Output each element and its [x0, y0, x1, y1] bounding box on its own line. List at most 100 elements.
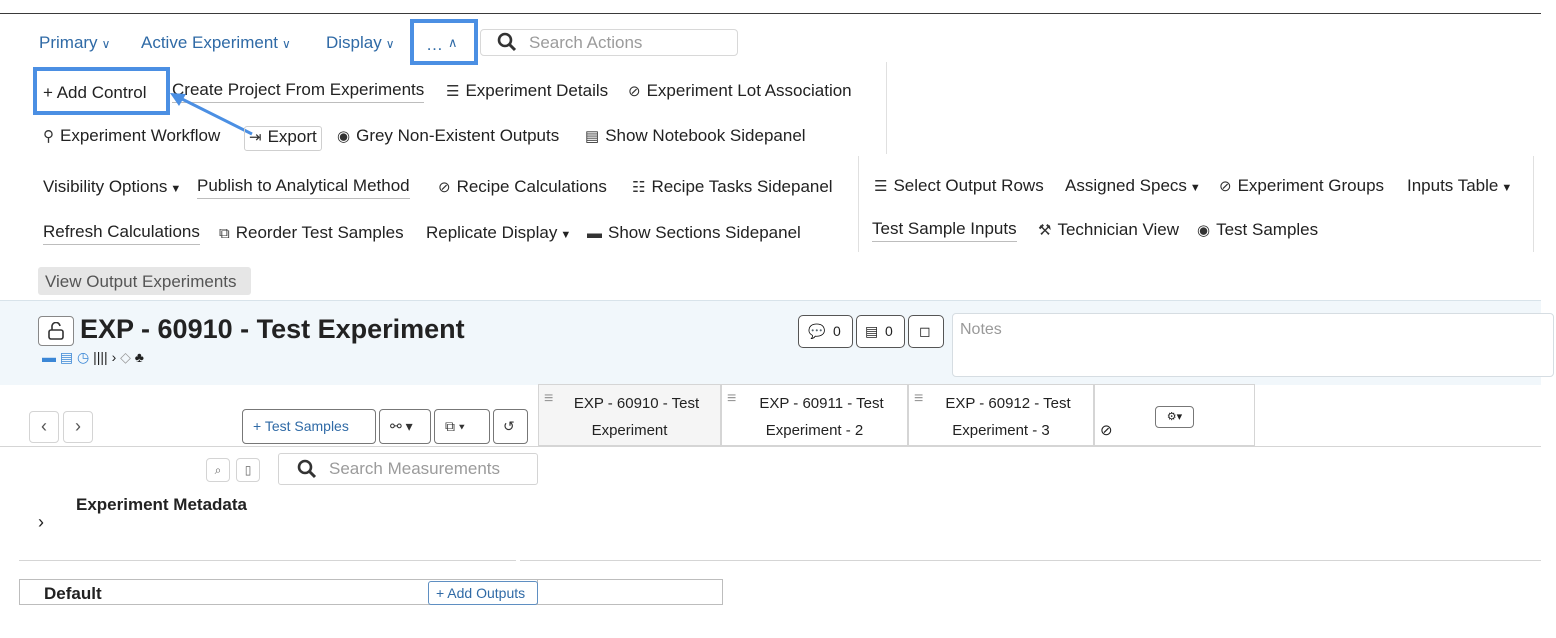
unlock-button[interactable]: [38, 316, 74, 346]
eye-slash-icon[interactable]: ⊘: [1100, 421, 1113, 439]
test-sample-inputs-label: Test Sample Inputs: [872, 219, 1017, 238]
caret-down-icon: ▼: [1501, 182, 1513, 194]
divider: [1533, 156, 1534, 252]
primary-menu[interactable]: Primary ∨: [39, 33, 110, 53]
chevron-up-icon: ∧: [448, 35, 458, 50]
reorder-icon: ⧉: [219, 225, 230, 242]
plus-icon: +: [43, 83, 57, 102]
add-control-label: Add Control: [56, 83, 147, 102]
experiment-lot-association-button[interactable]: ⊘ Experiment Lot Association: [628, 81, 852, 101]
expand-chevron-icon[interactable]: ›: [38, 512, 44, 533]
test-sample-inputs-button[interactable]: Test Sample Inputs: [872, 219, 1017, 242]
experiment-lot-label: Experiment Lot Association: [646, 81, 852, 100]
undo-button[interactable]: ↺: [493, 409, 528, 444]
primary-menu-label: Primary: [39, 33, 98, 52]
divider: [886, 62, 887, 154]
replicate-display-label: Replicate Display: [426, 223, 558, 242]
active-experiment-menu[interactable]: Active Experiment ∨: [141, 33, 291, 53]
experiment-title: EXP - 60910 - Test Experiment: [80, 314, 465, 344]
notes-placeholder: Notes: [960, 321, 1002, 338]
test-samples-label: Test Samples: [1216, 220, 1319, 239]
caret-down-icon: ▼: [560, 229, 572, 241]
show-sections-label: Show Sections Sidepanel: [608, 223, 801, 242]
notebook-icon[interactable]: ▤: [60, 349, 73, 365]
list-icon: ☰: [446, 83, 460, 100]
chevron-right-icon[interactable]: ›: [112, 349, 117, 365]
copy-dropdown[interactable]: ⧉ ▾: [434, 409, 490, 444]
clipboard-icon[interactable]: ▯: [236, 458, 260, 482]
add-outputs-button[interactable]: + Add Outputs: [428, 581, 538, 605]
group-icon[interactable]: ♣: [135, 349, 144, 365]
show-sections-sidepanel-button[interactable]: ▬ Show Sections Sidepanel: [587, 223, 801, 243]
column-header-exp-60911[interactable]: ≡ EXP - 60911 - Test Experiment - 2: [721, 384, 908, 446]
caret-down-icon: ▼: [1189, 182, 1201, 194]
search-actions[interactable]: Search Actions: [480, 29, 738, 56]
barcode-icon[interactable]: ||||: [93, 349, 108, 365]
experiment-details-label: Experiment Details: [465, 81, 609, 100]
zoom-icon[interactable]: ⌕: [206, 458, 230, 482]
folder-icon[interactable]: ▬: [42, 349, 56, 365]
column-options-cell: ⊘ ⚙▾: [1094, 384, 1255, 446]
hierarchy-dropdown[interactable]: ⚯ ▾: [379, 409, 431, 444]
wrench-icon: ⚒: [1038, 222, 1052, 239]
show-notebook-sidepanel-button[interactable]: ▤ Show Notebook Sidepanel: [585, 126, 806, 146]
view-output-experiments-button[interactable]: View Output Experiments: [38, 267, 251, 295]
column-title-line1: EXP - 60912 - Test: [945, 395, 1071, 412]
reorder-test-samples-button[interactable]: ⧉ Reorder Test Samples: [219, 223, 404, 243]
tag-icon[interactable]: ◇: [120, 349, 131, 365]
display-menu-label: Display: [326, 33, 382, 52]
test-samples-toggle[interactable]: ◉ Test Samples: [1197, 220, 1318, 240]
add-control-button[interactable]: + Add Control: [33, 67, 170, 115]
export-button[interactable]: ⇥ Export: [244, 126, 322, 151]
recipe-tasks-label: Recipe Tasks Sidepanel: [651, 177, 833, 196]
comments-icon: 💬: [808, 323, 826, 339]
visibility-options-dropdown[interactable]: Visibility Options ▼: [43, 177, 181, 197]
column-header-exp-60912[interactable]: ≡ EXP - 60912 - Test Experiment - 3: [908, 384, 1094, 446]
more-menu-button[interactable]: … ∧: [410, 19, 478, 65]
column-title-line2: Experiment - 2: [765, 422, 864, 439]
recipe-tasks-sidepanel-button[interactable]: ☷ Recipe Tasks Sidepanel: [632, 177, 833, 197]
refresh-calculations-button[interactable]: Refresh Calculations: [43, 222, 200, 245]
search-actions-placeholder: Search Actions: [529, 33, 643, 52]
assigned-specs-label: Assigned Specs: [1065, 176, 1187, 195]
top-divider: [0, 13, 1541, 14]
select-output-rows-button[interactable]: ☰ Select Output Rows: [874, 176, 1044, 196]
hierarchy-icon: ⚯ ▾: [390, 418, 413, 434]
sticky-note-button[interactable]: ◻: [908, 315, 944, 348]
recipe-calculations-button[interactable]: ⊘ Recipe Calculations: [438, 177, 607, 197]
experiment-groups-label: Experiment Groups: [1237, 176, 1385, 195]
technician-view-button[interactable]: ⚒ Technician View: [1038, 220, 1179, 240]
inputs-table-label: Inputs Table: [1407, 176, 1499, 195]
notebook-icon: ▤: [585, 128, 600, 145]
more-menu-label: …: [426, 35, 443, 54]
divider: [520, 560, 1541, 561]
publish-method-button[interactable]: Publish to Analytical Method: [197, 176, 410, 199]
eye-icon: ◉: [1197, 222, 1211, 239]
clock-icon[interactable]: ◷: [77, 349, 89, 365]
grey-outputs-button[interactable]: ◉ Grey Non-Existent Outputs: [337, 126, 559, 146]
notes-field[interactable]: Notes: [952, 313, 1554, 377]
next-button[interactable]: ›: [63, 411, 93, 443]
divider: [19, 560, 516, 561]
eye-icon: ◉: [337, 128, 351, 145]
notebook-button[interactable]: ▤ 0: [856, 315, 905, 348]
task-list-icon: ☷: [632, 179, 646, 196]
display-menu[interactable]: Display ∨: [326, 33, 395, 53]
active-experiment-menu-label: Active Experiment: [141, 33, 278, 52]
inputs-table-dropdown[interactable]: Inputs Table ▼: [1407, 176, 1512, 196]
experiment-workflow-button[interactable]: ⚲ Experiment Workflow: [43, 126, 220, 146]
prev-button[interactable]: ‹: [29, 411, 59, 443]
eye-slash-icon: ⊘: [1219, 178, 1232, 195]
undo-icon: ↺: [503, 418, 515, 434]
add-test-samples-button[interactable]: + Test Samples: [242, 409, 376, 444]
column-header-exp-60910[interactable]: ≡ EXP - 60910 - Test Experiment: [538, 384, 721, 446]
experiment-details-button[interactable]: ☰ Experiment Details: [446, 81, 608, 101]
search-measurements[interactable]: Search Measurements: [278, 453, 538, 485]
add-outputs-label: + Add Outputs: [436, 585, 526, 601]
grey-outputs-label: Grey Non-Existent Outputs: [356, 126, 560, 145]
comments-button[interactable]: 💬 0: [798, 315, 853, 348]
assigned-specs-dropdown[interactable]: Assigned Specs ▼: [1065, 176, 1201, 196]
experiment-groups-button[interactable]: ⊘ Experiment Groups: [1219, 176, 1384, 196]
settings-dropdown-icon[interactable]: ⚙▾: [1155, 406, 1194, 428]
replicate-display-dropdown[interactable]: Replicate Display ▼: [426, 223, 571, 243]
